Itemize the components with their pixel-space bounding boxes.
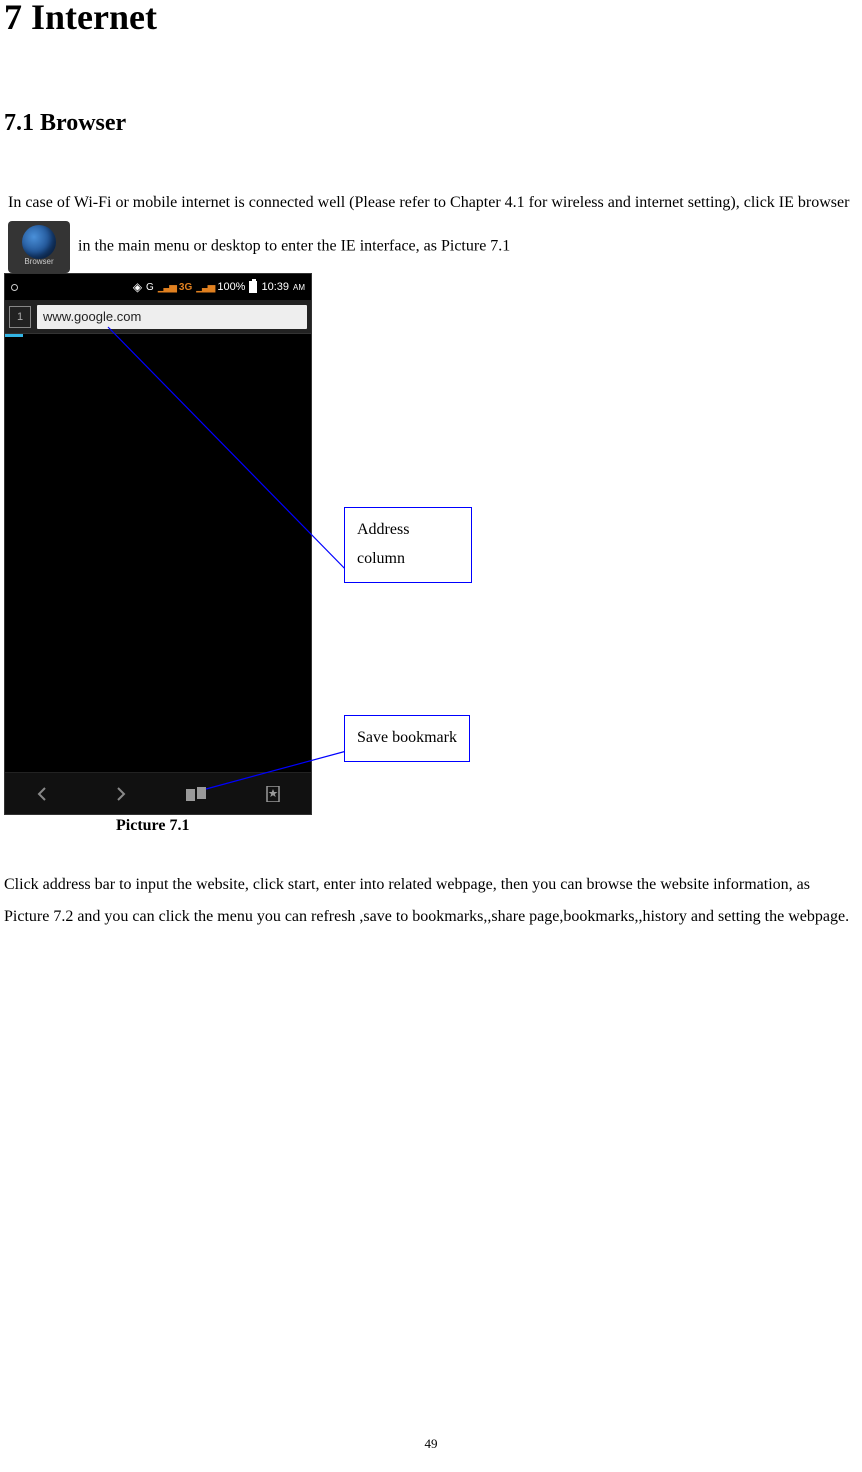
signal-bars-2-icon: ▁▃▅ [196, 282, 213, 293]
back-button[interactable] [16, 779, 70, 809]
url-field[interactable]: www.google.com [37, 305, 307, 329]
alarm-icon [11, 284, 18, 291]
phone-screenshot: ◈ G ▁▃▅ 3G ▁▃▅ 100% 10:39 AM 1 www.googl… [4, 273, 312, 815]
chevron-right-icon [112, 786, 128, 802]
signal-bars-icon: ▁▃▅ [158, 282, 175, 293]
status-time: 10:39 [261, 281, 289, 293]
network-type: 3G [179, 282, 192, 293]
bookmarks-button[interactable] [169, 779, 223, 809]
intro-text-part-2: in the main menu or desktop to enter the… [78, 238, 510, 255]
bookmark-callout-text: Save bookmark [357, 729, 457, 746]
star-icon [265, 786, 281, 802]
wifi-icon: ◈ [133, 280, 142, 294]
chapter-heading: 7 Internet [4, 0, 862, 38]
chevron-left-icon [35, 786, 51, 802]
intro-paragraph: In case of Wi-Fi or mobile internet is c… [0, 185, 862, 274]
page-count-icon[interactable]: 1 [9, 306, 31, 328]
page-number: 49 [0, 1436, 862, 1452]
phone-status-bar: ◈ G ▁▃▅ 3G ▁▃▅ 100% 10:39 AM [5, 274, 311, 300]
browser-app-icon: Browser [8, 221, 70, 273]
instructions-paragraph: Click address bar to input the website, … [0, 869, 862, 933]
section-heading: 7.1 Browser [4, 110, 862, 137]
address-callout-text: Address column [357, 521, 409, 567]
intro-text-part-1: In case of Wi-Fi or mobile internet is c… [8, 194, 849, 211]
browser-icon-label: Browser [8, 253, 70, 271]
star-button[interactable] [246, 779, 300, 809]
browser-viewport [5, 337, 311, 773]
phone-bottom-bar [5, 772, 311, 814]
bookmark-callout-box: Save bookmark [344, 715, 470, 762]
battery-icon [249, 281, 257, 293]
forward-button[interactable] [93, 779, 147, 809]
data-g-icon: G [146, 282, 154, 293]
battery-pct: 100% [217, 281, 245, 293]
status-ampm: AM [293, 283, 305, 292]
address-callout-box: Address column [344, 507, 472, 583]
figure-caption: Picture 7.1 [116, 817, 189, 835]
phone-address-bar[interactable]: 1 www.google.com [5, 300, 311, 334]
bookmarks-icon [186, 787, 206, 801]
figure-7-1: ◈ G ▁▃▅ 3G ▁▃▅ 100% 10:39 AM 1 www.googl… [0, 273, 862, 833]
